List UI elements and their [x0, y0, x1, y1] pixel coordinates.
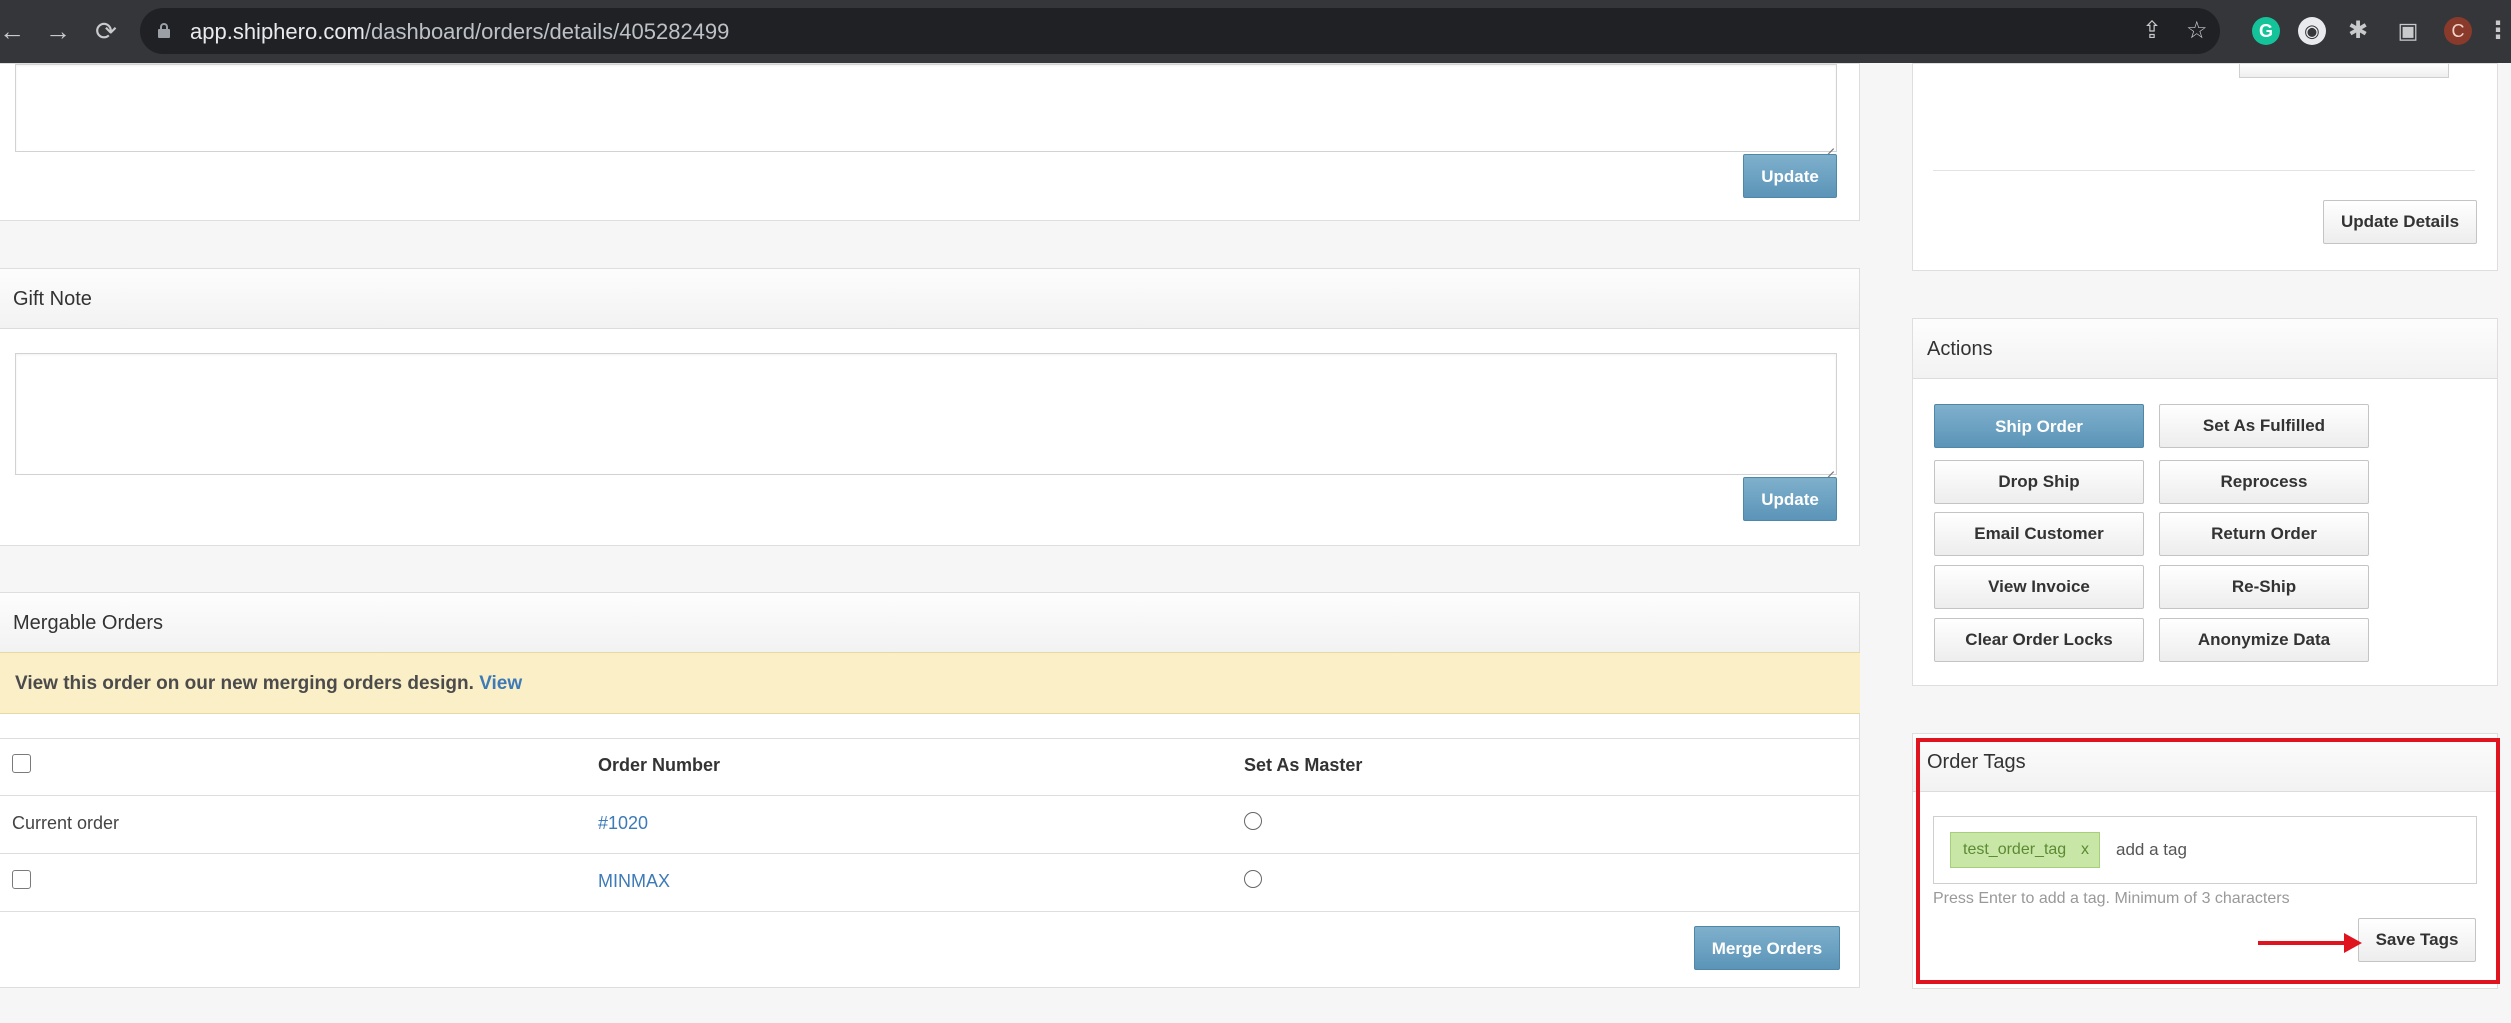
- set-as-fulfilled-button[interactable]: Set As Fulfilled: [2159, 404, 2369, 448]
- ship-order-button[interactable]: Ship Order: [1934, 404, 2144, 448]
- clear-order-locks-button[interactable]: Clear Order Locks: [1934, 618, 2144, 662]
- notes-textarea[interactable]: [15, 64, 1837, 152]
- table-divider: [0, 853, 1860, 854]
- profile-avatar[interactable]: C: [2444, 17, 2472, 45]
- anonymize-data-button[interactable]: Anonymize Data: [2159, 618, 2369, 662]
- reprocess-button[interactable]: Reprocess: [2159, 460, 2369, 504]
- extensions-puzzle-icon[interactable]: ✱: [2344, 17, 2372, 45]
- set-as-master-radio[interactable]: [1244, 812, 1262, 830]
- gift-note-panel: Gift Note Update: [0, 268, 1860, 546]
- menu-kebab-icon[interactable]: ⋮: [2484, 17, 2511, 45]
- update-details-button[interactable]: Update Details: [2323, 200, 2477, 244]
- order-details-panel: Update Details: [1912, 63, 2498, 271]
- row-checkbox[interactable]: [12, 870, 31, 889]
- url-text[interactable]: app.shiphero.com/dashboard/orders/detail…: [190, 19, 729, 45]
- order-number-header: Order Number: [598, 755, 721, 775]
- reload-icon[interactable]: ⟳: [88, 13, 124, 49]
- sidepanel-icon[interactable]: ▣: [2394, 17, 2422, 45]
- actions-title: Actions: [1913, 319, 2497, 379]
- re-ship-button[interactable]: Re-Ship: [2159, 565, 2369, 609]
- order-number-link[interactable]: MINMAX: [598, 871, 670, 892]
- address-bar[interactable]: app.shiphero.com/dashboard/orders/detail…: [140, 8, 2220, 54]
- email-customer-button[interactable]: Email Customer: [1934, 512, 2144, 556]
- resize-handle-icon[interactable]: [1822, 460, 1834, 472]
- highlight-frame: [1916, 738, 2500, 984]
- lock-icon: [158, 23, 170, 38]
- gift-note-textarea[interactable]: [15, 353, 1837, 475]
- table-divider: [0, 911, 1860, 912]
- select-all-checkbox[interactable]: [12, 754, 31, 773]
- table-divider: [0, 795, 1860, 796]
- drop-ship-button[interactable]: Drop Ship: [1934, 460, 2144, 504]
- view-new-design-link[interactable]: View: [479, 673, 522, 694]
- back-icon[interactable]: ←: [0, 13, 30, 49]
- return-order-button[interactable]: Return Order: [2159, 512, 2369, 556]
- notes-panel: Update: [0, 63, 1860, 221]
- current-order-label: Current order: [12, 813, 120, 833]
- browser-toolbar: ← → ⟳ app.shiphero.com/dashboard/orders/…: [0, 0, 2511, 63]
- extension-globe-icon[interactable]: ◉: [2298, 17, 2326, 45]
- details-dropdown[interactable]: [2239, 64, 2449, 78]
- view-invoice-button[interactable]: View Invoice: [1934, 565, 2144, 609]
- star-icon[interactable]: ☆: [2186, 16, 2208, 45]
- pointer-arrow: [2258, 941, 2346, 945]
- table-divider: [0, 738, 1860, 739]
- notes-update-button[interactable]: Update: [1743, 154, 1837, 198]
- mergable-orders-title: Mergable Orders: [0, 593, 1859, 653]
- resize-handle-icon[interactable]: [1822, 137, 1834, 149]
- set-as-master-header: Set As Master: [1244, 755, 1363, 775]
- grammarly-icon[interactable]: G: [2252, 17, 2280, 45]
- merge-orders-button[interactable]: Merge Orders: [1694, 926, 1840, 970]
- set-as-master-radio[interactable]: [1244, 870, 1262, 888]
- merge-design-notice: View this order on our new merging order…: [0, 652, 1860, 714]
- gift-note-update-button[interactable]: Update: [1743, 477, 1837, 521]
- share-icon[interactable]: ⇪: [2142, 16, 2162, 45]
- gift-note-title: Gift Note: [0, 269, 1859, 329]
- pointer-arrow-head-icon: [2344, 933, 2362, 953]
- order-number-link[interactable]: #1020: [598, 813, 648, 834]
- details-divider: [1933, 170, 2475, 171]
- forward-icon[interactable]: →: [40, 13, 76, 49]
- actions-panel: Actions Ship Order Set As Fulfilled Drop…: [1912, 318, 2498, 686]
